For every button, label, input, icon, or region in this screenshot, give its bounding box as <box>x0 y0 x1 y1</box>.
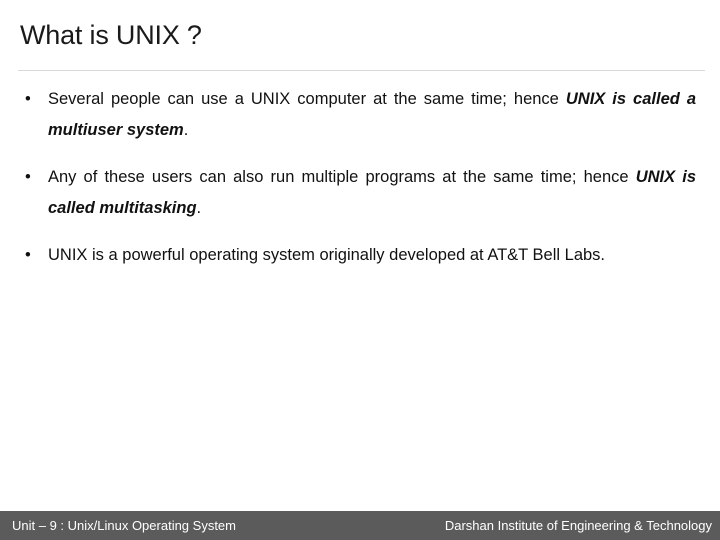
list-item-text: Any of these users can also run multiple… <box>48 162 696 224</box>
list-item: • UNIX is a powerful operating system or… <box>18 240 696 271</box>
list-item-tail: . <box>183 121 189 139</box>
list-item-text: UNIX is a powerful operating system orig… <box>48 240 696 271</box>
list-item: • Any of these users can also run multip… <box>18 162 696 224</box>
slide-canvas: What is UNIX ? • Several people can use … <box>0 0 720 540</box>
footer-unit-label: Unit – 9 : Unix/Linux Operating System <box>12 518 236 533</box>
list-item: • Several people can use a UNIX computer… <box>18 84 696 146</box>
bullet-point-icon: • <box>25 90 31 108</box>
list-item-lead: Any of these users can also run multiple… <box>48 168 636 186</box>
bullet-point-icon: • <box>25 168 31 186</box>
footer-institute-label: Darshan Institute of Engineering & Techn… <box>444 518 712 533</box>
bullet-list: • Several people can use a UNIX computer… <box>18 84 696 271</box>
bullet-point-icon: • <box>25 246 31 264</box>
list-item-tail: . <box>196 199 202 217</box>
title-divider <box>18 70 705 71</box>
list-item-lead: Several people can use a UNIX computer a… <box>48 90 566 108</box>
page-title: What is UNIX ? <box>20 20 202 50</box>
slide-footer: Unit – 9 : Unix/Linux Operating System D… <box>0 511 720 540</box>
list-item-lead: UNIX is a powerful operating system orig… <box>48 246 606 264</box>
list-item-text: Several people can use a UNIX computer a… <box>48 84 696 146</box>
